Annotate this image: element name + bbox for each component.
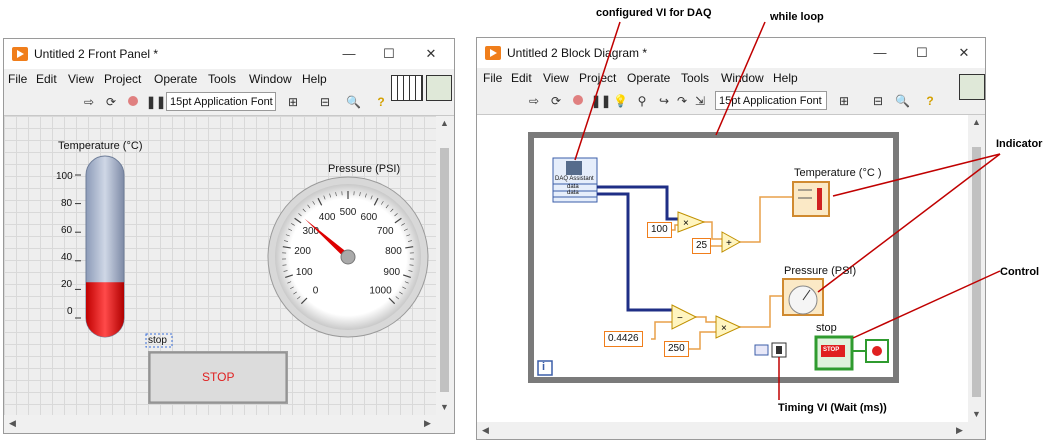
constant-100[interactable]: 100: [647, 222, 672, 238]
temperature-indicator-terminal[interactable]: [792, 181, 830, 217]
constant-250[interactable]: 250: [664, 341, 689, 357]
multiply-symbol-2: ×: [721, 323, 727, 334]
multiply-node[interactable]: [677, 211, 706, 233]
subtract-symbol: −: [677, 313, 683, 324]
constant-0-4426[interactable]: 0.4426: [604, 331, 643, 347]
stop-control-label: stop: [816, 322, 837, 334]
daq-output-2: data: [567, 190, 579, 196]
wait-ms-node[interactable]: [754, 342, 787, 358]
multiply-symbol: ×: [683, 218, 689, 229]
annotation-timing: Timing VI (Wait (ms)): [778, 402, 887, 414]
pressure-indicator-label: Pressure (PSI): [784, 265, 857, 277]
annotation-while-loop: while loop: [770, 11, 824, 23]
wire-daq-to-subtract: [597, 192, 672, 312]
pressure-indicator-terminal[interactable]: [782, 278, 824, 316]
daq-assistant-title: DAQ Assistant: [555, 176, 594, 182]
annotation-control: Control: [1000, 266, 1040, 278]
annotation-daq: configured VI for DAQ: [596, 7, 712, 19]
temperature-indicator-label: Temperature (°C ): [794, 167, 882, 179]
add-symbol: +: [726, 238, 732, 249]
block-diagram-graphics: × + − ×: [528, 21, 1001, 400]
loop-condition-stop-icon: [872, 346, 882, 356]
subtract-node[interactable]: [671, 304, 698, 330]
annotation-indicator: Indicator: [996, 138, 1043, 150]
wire-daq-to-multiply: [597, 185, 678, 221]
stop-control-terminal[interactable]: [814, 335, 854, 371]
stop-terminal-text: STOP: [823, 347, 840, 353]
iteration-label: i: [542, 361, 546, 373]
constant-25[interactable]: 25: [692, 238, 712, 254]
multiply-node-2[interactable]: [715, 315, 742, 339]
